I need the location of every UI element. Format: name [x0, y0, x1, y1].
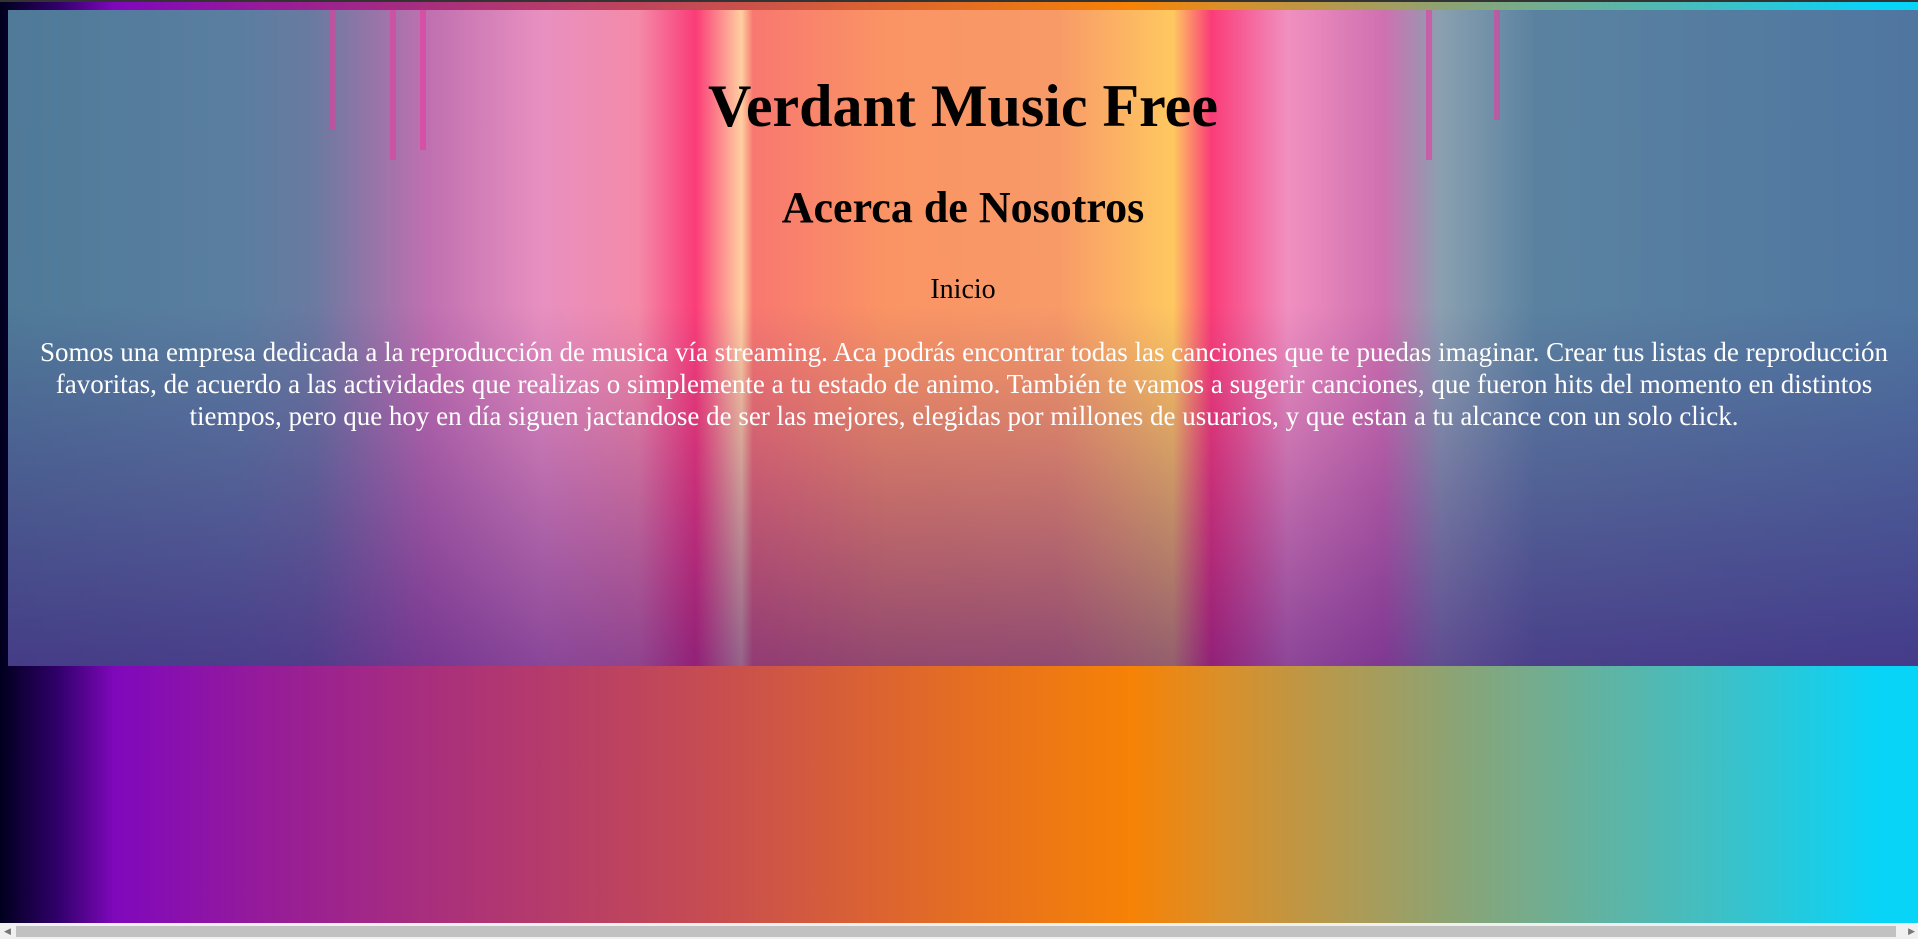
scrollbar-thumb[interactable]: [16, 926, 1896, 937]
page-heading: Acerca de Nosotros: [781, 183, 1145, 232]
about-paragraph: Somos una empresa dedicada a la reproduc…: [39, 337, 1889, 431]
nav-link-inicio[interactable]: Inicio: [930, 274, 995, 305]
hero-banner: Verdant Music Free Acerca de Nosotros In…: [8, 10, 1918, 666]
scroll-left-arrow-icon[interactable]: ◀: [4, 926, 11, 936]
site-title: Verdant Music Free: [708, 73, 1218, 139]
scroll-right-arrow-icon[interactable]: ▶: [1908, 926, 1915, 936]
nav-bar: Inicio: [8, 274, 1918, 306]
horizontal-scrollbar[interactable]: ◀ ▶: [0, 923, 1918, 939]
top-border: [0, 0, 1918, 2]
